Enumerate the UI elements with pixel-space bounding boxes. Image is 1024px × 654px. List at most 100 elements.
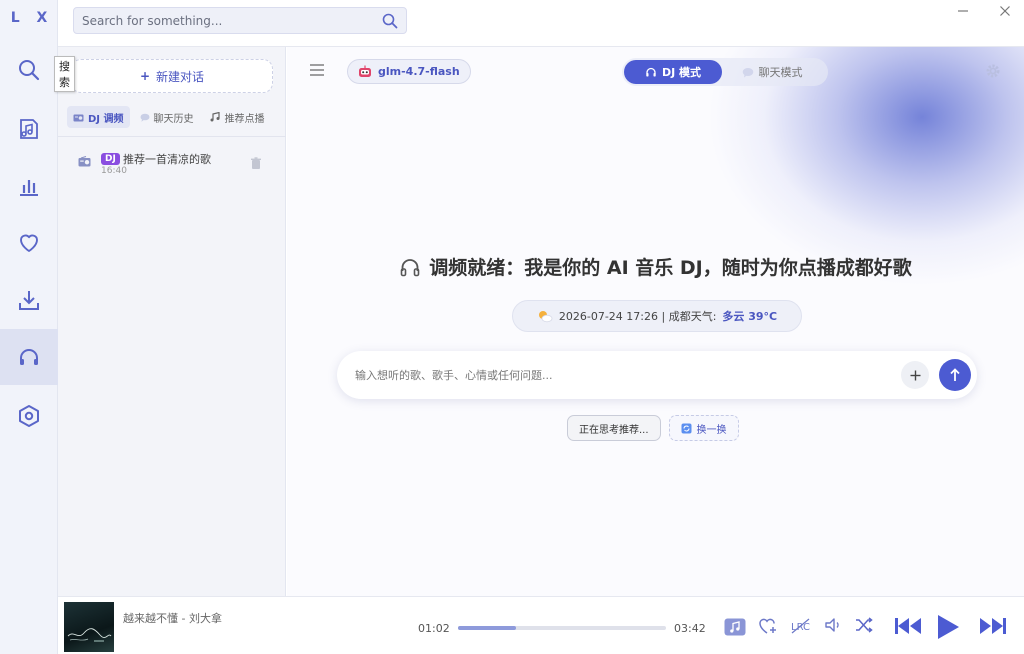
arrow-up-icon xyxy=(950,368,960,381)
skip-next-icon xyxy=(980,618,1006,634)
rail-settings-button[interactable] xyxy=(0,388,58,444)
plus-icon: + xyxy=(139,69,151,83)
download-icon xyxy=(19,291,39,310)
partly-cloudy-icon xyxy=(538,311,553,323)
search-icon xyxy=(19,60,40,81)
tab-label: 聊天历史 xyxy=(153,113,194,125)
settings-button[interactable] xyxy=(985,63,1001,79)
search-icon xyxy=(382,13,398,28)
shuffle-icon xyxy=(856,617,873,633)
progress-fill xyxy=(458,626,517,630)
tab-label: DJ 调频 xyxy=(88,113,124,125)
weather-condition: 多云 39°C xyxy=(722,310,778,323)
tabs-divider xyxy=(58,136,286,137)
album-cover[interactable] xyxy=(64,602,114,652)
lyrics-toggle-button[interactable]: LRC xyxy=(790,617,812,635)
plus-icon xyxy=(910,370,920,380)
music-mode-button[interactable] xyxy=(724,618,746,636)
player-bar: 越来越不懂 - 刘大拿 01:02 03:42 LRC xyxy=(58,596,1024,654)
mode-toggle: DJ 模式 聊天模式 xyxy=(622,58,828,86)
headphones-icon xyxy=(400,258,420,276)
lyrics-off-icon: LRC xyxy=(791,618,810,634)
session-item[interactable]: DJ 推荐一首清凉的歌 16:40 xyxy=(72,148,272,184)
progress-bar[interactable] xyxy=(458,626,666,630)
volume-button[interactable] xyxy=(824,617,842,633)
play-icon xyxy=(938,615,959,639)
rail-library-button[interactable] xyxy=(0,101,58,157)
refresh-chip[interactable]: 换一换 xyxy=(668,415,739,441)
headline-text: 调频就绪：我是你的 AI 音乐 DJ，随时为你点播成都好歌 xyxy=(429,257,912,279)
music-notes-icon xyxy=(210,112,220,122)
chat-bubble-icon xyxy=(140,113,150,122)
chat-input-box xyxy=(337,351,977,399)
minimize-icon xyxy=(958,10,968,12)
close-icon xyxy=(1000,6,1010,16)
chat-bubble-icon xyxy=(742,67,753,77)
trash-icon xyxy=(251,157,261,169)
sidebar-tabs: DJ 调频 聊天历史 推荐点播 xyxy=(67,106,271,128)
mode-label: 聊天模式 xyxy=(758,66,803,79)
mode-label: DJ 模式 xyxy=(661,66,702,79)
delete-session-button[interactable] xyxy=(250,157,262,170)
skip-previous-icon xyxy=(895,618,921,634)
robot-icon xyxy=(359,65,371,77)
new-chat-label: 新建对话 xyxy=(156,69,205,84)
search-submit-button[interactable] xyxy=(382,13,398,29)
global-search xyxy=(73,7,407,34)
session-time: 16:40 xyxy=(101,166,127,176)
refresh-icon xyxy=(681,423,692,433)
minimize-button[interactable] xyxy=(948,2,978,20)
weather-pill: 2026-07-24 17:26 | 成都天气: 多云 39°C xyxy=(512,300,802,332)
tab-recommend[interactable]: 推荐点播 xyxy=(204,106,271,128)
dj-badge: DJ xyxy=(101,153,120,165)
chat-mode-button[interactable]: 聊天模式 xyxy=(722,60,822,84)
next-track-button[interactable] xyxy=(979,616,1007,636)
music-note-icon xyxy=(724,618,746,636)
tab-chat-history[interactable]: 聊天历史 xyxy=(134,106,200,128)
rail-downloads-button[interactable] xyxy=(0,272,58,328)
chat-input[interactable] xyxy=(355,368,901,382)
model-name: glm-4.7-flash xyxy=(378,65,460,78)
new-chat-button[interactable]: + 新建对话 xyxy=(71,59,273,93)
rail-search-button[interactable] xyxy=(0,42,58,98)
tab-dj-radio[interactable]: DJ 调频 xyxy=(67,106,130,128)
radio-icon xyxy=(73,114,84,121)
app-logo: L X xyxy=(10,10,54,26)
heart-add-icon xyxy=(759,618,776,634)
bar-chart-icon xyxy=(20,180,38,196)
rail-favorites-button[interactable] xyxy=(0,215,58,271)
nav-rail: L X 搜索 xyxy=(0,0,75,654)
close-window-button[interactable] xyxy=(990,2,1020,20)
suggestion-chips: 正在思考推荐... 换一换 xyxy=(567,415,739,441)
welcome-headline: 调频就绪：我是你的 AI 音乐 DJ，随时为你点播成都好歌 xyxy=(287,253,1024,280)
search-tooltip: 搜索 xyxy=(54,56,75,92)
hexagon-settings-icon xyxy=(19,405,39,427)
hamburger-menu-icon xyxy=(310,64,324,76)
play-button[interactable] xyxy=(936,614,960,640)
weather-date: 2026-07-24 17:26 | 成都天气: xyxy=(558,310,717,323)
headphones-icon xyxy=(20,349,38,365)
gear-icon xyxy=(986,64,1000,78)
current-time: 01:02 xyxy=(418,622,450,635)
music-note-icon xyxy=(20,119,38,139)
thinking-chip[interactable]: 正在思考推荐... xyxy=(567,415,661,441)
volume-icon xyxy=(825,618,839,632)
refresh-label: 换一换 xyxy=(696,424,727,436)
search-input[interactable] xyxy=(82,13,382,28)
model-selector[interactable]: glm-4.7-flash xyxy=(347,59,471,84)
add-favorite-button[interactable] xyxy=(758,617,778,635)
rail-dj-button[interactable] xyxy=(0,329,58,385)
rail-charts-button[interactable] xyxy=(0,158,58,214)
song-title[interactable]: 越来越不懂 - 刘大拿 xyxy=(123,610,222,626)
shuffle-button[interactable] xyxy=(855,617,873,633)
radio-icon xyxy=(78,156,91,167)
previous-track-button[interactable] xyxy=(894,616,922,636)
dj-mode-button[interactable]: DJ 模式 xyxy=(624,60,722,84)
headphones-icon xyxy=(646,67,656,77)
send-button[interactable] xyxy=(939,359,971,391)
tab-label: 推荐点播 xyxy=(224,113,265,125)
toggle-sidebar-button[interactable] xyxy=(309,63,325,77)
attach-button[interactable] xyxy=(901,361,929,389)
total-time: 03:42 xyxy=(674,622,706,635)
main-area: glm-4.7-flash DJ 模式 聊天模式 调频就绪：我是你的 AI 音乐… xyxy=(287,47,1024,596)
